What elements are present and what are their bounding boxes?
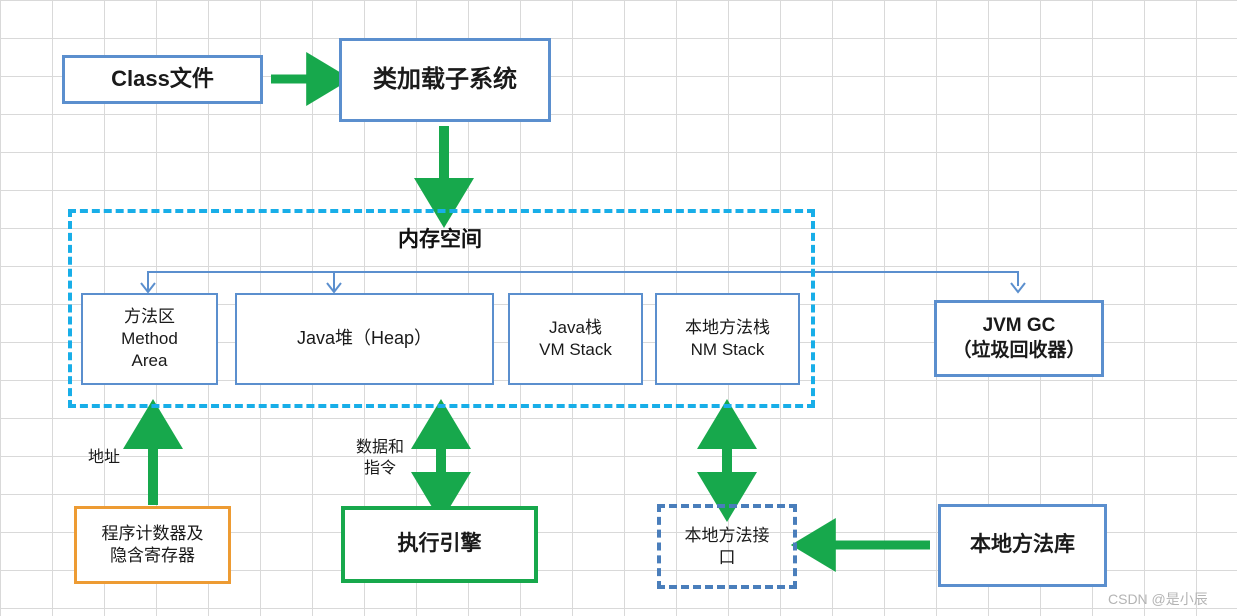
node-class-file[interactable]: Class文件 — [62, 55, 263, 104]
node-vm-stack[interactable]: Java栈 VM Stack — [508, 293, 643, 385]
node-nm-stack[interactable]: 本地方法栈 NM Stack — [655, 293, 800, 385]
node-native-method-interface[interactable]: 本地方法接 口 — [657, 504, 797, 589]
node-pc-register[interactable]: 程序计数器及 隐含寄存器 — [74, 506, 231, 584]
edge-label-address: 地址 — [87, 449, 120, 466]
node-execution-engine[interactable]: 执行引擎 — [341, 506, 538, 583]
node-method-area[interactable]: 方法区 Method Area — [81, 293, 218, 385]
node-java-heap[interactable]: Java堆（Heap） — [235, 293, 494, 385]
node-jvm-gc[interactable]: JVM GC （垃圾回收器） — [934, 300, 1104, 377]
memory-space-title: 内存空间 — [398, 228, 482, 251]
csdn-watermark: CSDN @是小辰 — [1108, 591, 1208, 607]
edge-label-data-and-instructions: 数据和 指令 — [355, 439, 404, 477]
node-class-loader-subsystem[interactable]: 类加载子系统 — [339, 38, 551, 122]
diagram-canvas: 内存空间 Class文件 类加载子系统 方法区 Method Area Java… — [0, 0, 1237, 616]
node-native-method-library[interactable]: 本地方法库 — [938, 504, 1107, 587]
